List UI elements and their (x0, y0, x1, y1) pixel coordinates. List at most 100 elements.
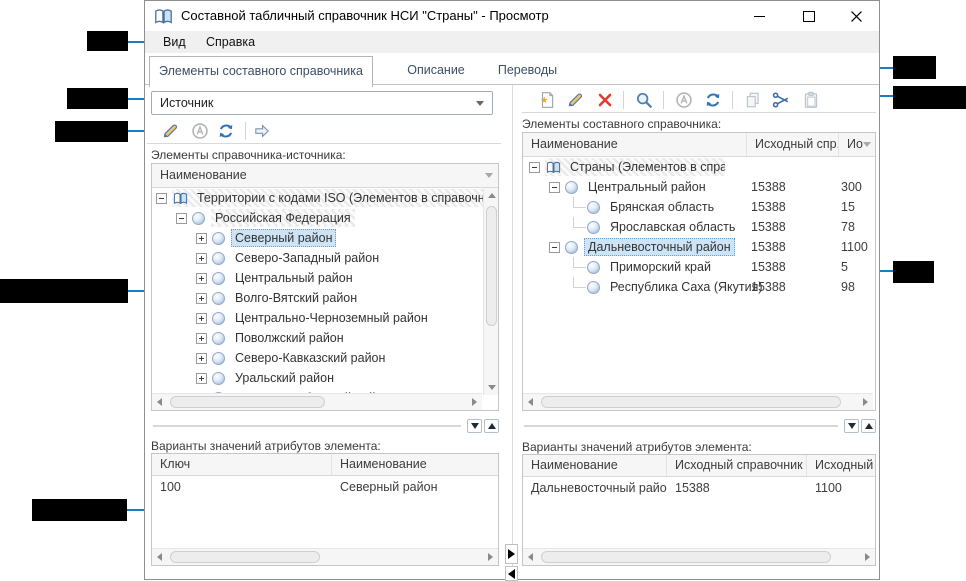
scrollbar-thumb[interactable] (541, 396, 841, 408)
expand-icon[interactable] (196, 333, 207, 344)
collapse-icon[interactable] (529, 162, 540, 173)
tree-node-label: Северный район (231, 229, 336, 247)
delete-icon[interactable] (596, 91, 614, 109)
chevron-down-icon[interactable] (476, 101, 484, 106)
column-filter-icon[interactable] (863, 142, 871, 147)
title-bar[interactable]: Составной табличный справочник НСИ "Стра… (145, 1, 879, 31)
column-header-source-elem[interactable]: Исходный эле (807, 455, 875, 476)
horizontal-scrollbar[interactable] (523, 393, 873, 410)
column-header-source-elem[interactable]: Ио (839, 133, 863, 156)
scroll-right-button[interactable] (467, 394, 482, 410)
tree-row[interactable]: Центральный район 15388 300 (523, 177, 875, 197)
tree-row[interactable]: Страны (Элементов в справочнике: (523, 157, 875, 177)
tree-row-selected[interactable]: Дальневосточный район 15388 1100 (523, 237, 875, 257)
splitter-expand-left-button[interactable] (505, 566, 518, 581)
tree-row[interactable]: Брянская область 15388 15 (523, 197, 875, 217)
column-header-key[interactable]: Ключ (152, 454, 332, 475)
scrollbar-thumb[interactable] (486, 206, 497, 326)
scrollbar-thumb[interactable] (170, 551, 320, 563)
search-icon[interactable] (635, 91, 653, 109)
expand-icon[interactable] (196, 353, 207, 364)
splitter-expand-button[interactable] (861, 419, 876, 433)
tree-row[interactable]: Волго-Вятский район (152, 288, 483, 308)
collapse-icon[interactable] (549, 242, 560, 253)
tree-row[interactable]: Центральный район (152, 268, 483, 288)
column-header-name[interactable]: Наименование (523, 455, 667, 476)
scroll-up-button[interactable] (484, 188, 499, 203)
scroll-left-button[interactable] (152, 394, 167, 410)
horizontal-scrollbar[interactable] (152, 548, 498, 565)
redaction-box (893, 56, 936, 79)
column-header-source-dict[interactable]: Исходный спр... (747, 133, 839, 156)
cut-icon[interactable] (772, 91, 790, 109)
splitter-groove[interactable] (153, 425, 461, 427)
scroll-right-button[interactable] (858, 394, 873, 410)
tab-composite-elements[interactable]: Элементы составного справочника (149, 56, 373, 87)
column-header-name[interactable]: Наименование (152, 164, 482, 187)
refresh-icon[interactable] (704, 91, 722, 109)
scroll-right-button[interactable] (860, 549, 875, 565)
collapse-icon[interactable] (156, 193, 167, 204)
node-sphere-icon (565, 241, 578, 254)
menu-help[interactable]: Справка (200, 31, 261, 53)
close-button[interactable] (839, 1, 873, 31)
scroll-left-button[interactable] (152, 549, 167, 565)
tree-row[interactable]: Территории с кодами ISO (Элементов в спр… (152, 188, 483, 208)
scroll-right-button[interactable] (483, 549, 498, 565)
splitter-groove[interactable] (524, 425, 838, 427)
scroll-left-button[interactable] (523, 394, 538, 410)
splitter-expand-button[interactable] (484, 419, 499, 433)
vertical-scrollbar[interactable] (483, 188, 498, 395)
tree-row[interactable]: Поволжский район (152, 328, 483, 348)
splitter-collapse-button[interactable] (467, 419, 482, 433)
tab-translations[interactable]: Переводы (475, 56, 580, 85)
expand-icon[interactable] (196, 293, 207, 304)
scrollbar-thumb[interactable] (170, 396, 325, 408)
column-header-name[interactable]: Наименование (332, 454, 498, 475)
auto-substitute-icon[interactable] (675, 91, 693, 109)
tree-row[interactable]: Центрально-Черноземный район (152, 308, 483, 328)
column-header-source-dict[interactable]: Исходный справочник (667, 455, 807, 476)
tree-row[interactable]: Уральский район (152, 368, 483, 388)
source-combobox[interactable]: Источник (151, 91, 493, 115)
column-header-name[interactable]: Наименование (523, 133, 747, 156)
table-row[interactable]: Дальневосточный район 15388 1100 (523, 477, 875, 499)
scroll-down-button[interactable] (484, 380, 499, 395)
expand-icon[interactable] (196, 233, 207, 244)
tree-row[interactable]: Северо-Кавказский район (152, 348, 483, 368)
scroll-left-button[interactable] (523, 549, 538, 565)
horizontal-scrollbar[interactable] (152, 393, 482, 410)
tree-row-selected[interactable]: Северный район (152, 228, 483, 248)
tree-row[interactable]: Приморский край 15388 5 (523, 257, 875, 277)
tree-connector (573, 277, 586, 288)
expand-icon[interactable] (196, 253, 207, 264)
auto-substitute-icon[interactable] (191, 122, 209, 140)
tree-row[interactable]: Российская Федерация (152, 208, 483, 228)
tree-row[interactable]: Ярославская область 15388 78 (523, 217, 875, 237)
expand-icon[interactable] (196, 313, 207, 324)
splitter-expand-right-button[interactable] (505, 544, 518, 564)
minimize-button[interactable] (742, 1, 776, 31)
expand-icon[interactable] (196, 273, 207, 284)
maximize-button[interactable] (792, 1, 826, 31)
copy-icon[interactable] (744, 91, 762, 109)
add-element-icon[interactable] (538, 91, 556, 109)
splitter-collapse-button[interactable] (844, 419, 859, 433)
edit-pencil-icon[interactable] (161, 122, 179, 140)
tree-row[interactable]: Северо-Западный район (152, 248, 483, 268)
refresh-icon[interactable] (217, 122, 235, 140)
horizontal-scrollbar[interactable] (523, 548, 875, 565)
tree-row[interactable]: Республика Саха (Якутия) 15388 98 (523, 277, 875, 297)
panel-splitter[interactable] (503, 85, 518, 581)
scrollbar-thumb[interactable] (541, 551, 831, 563)
collapse-icon[interactable] (549, 182, 560, 193)
forward-arrow-icon[interactable] (253, 122, 271, 140)
edit-pencil-icon[interactable] (566, 91, 584, 109)
expand-icon[interactable] (196, 373, 207, 384)
table-row[interactable]: 100 Северный район (152, 476, 498, 498)
cell-source-dict: 15388 (751, 197, 786, 217)
paste-icon[interactable] (802, 91, 820, 109)
collapse-icon[interactable] (176, 213, 187, 224)
column-filter-icon[interactable] (485, 173, 493, 178)
menu-view[interactable]: Вид (157, 31, 192, 53)
